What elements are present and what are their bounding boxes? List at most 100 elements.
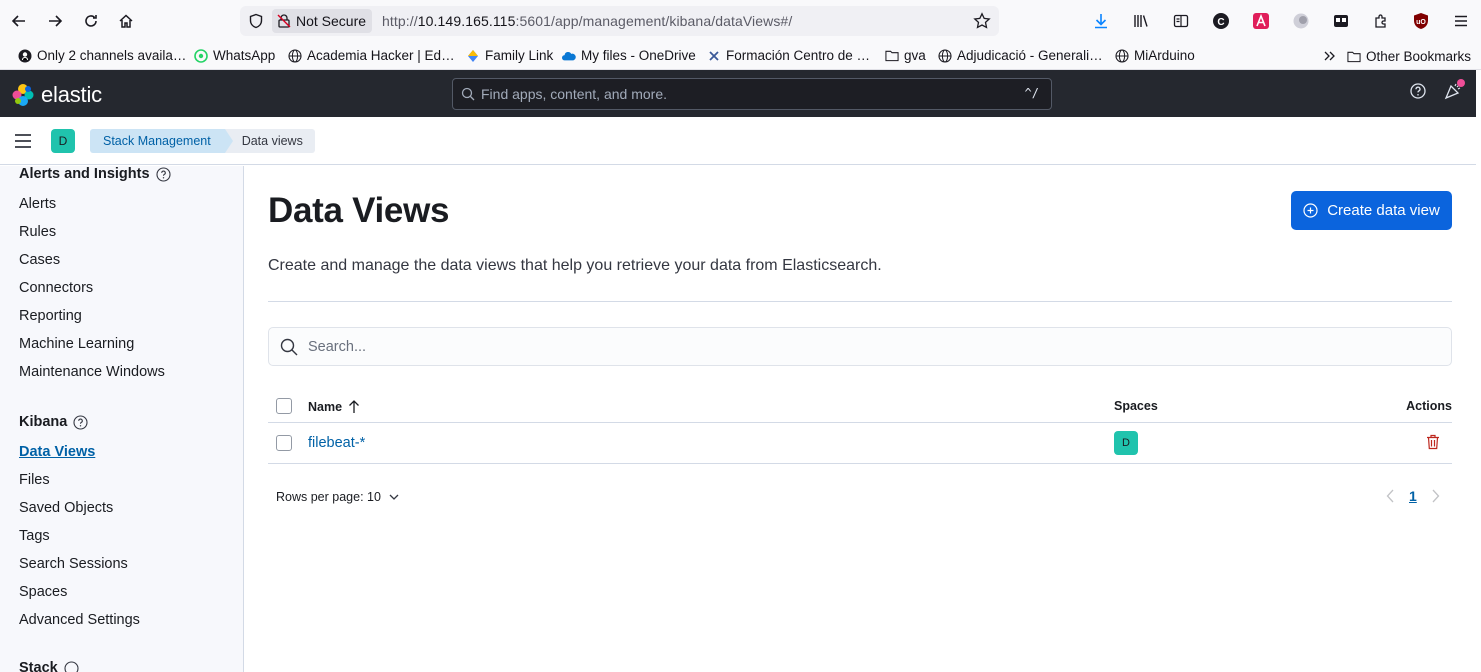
bookmark-item[interactable]: Adjudicació - Generali… <box>932 48 1109 63</box>
not-secure-label: Not Secure <box>296 13 367 29</box>
create-data-view-label: Create data view <box>1327 202 1440 219</box>
downloads-icon[interactable] <box>1081 5 1121 37</box>
reader-view-icon[interactable] <box>1161 5 1201 37</box>
other-bookmarks-label: Other Bookmarks <box>1365 48 1471 64</box>
sidebar-item-rules[interactable]: Rules <box>19 224 56 240</box>
not-secure-badge[interactable]: Not Secure <box>272 9 373 33</box>
url-host: 10.149.165.115 <box>417 13 516 29</box>
sidebar-group-title: Alerts and Insights <box>19 166 150 182</box>
home-button[interactable] <box>108 5 144 37</box>
sidebar-item-saved-objects[interactable]: Saved Objects <box>19 500 113 516</box>
bookmark-item[interactable]: Family Link <box>460 48 559 63</box>
ublock-icon[interactable]: uO <box>1401 5 1441 37</box>
sidebar-item-reporting[interactable]: Reporting <box>19 308 82 324</box>
extension-grey-icon[interactable] <box>1281 5 1321 37</box>
sort-ascending-icon <box>348 399 360 414</box>
other-bookmarks[interactable]: Other Bookmarks <box>1347 49 1471 64</box>
space-badge[interactable]: D <box>1114 431 1138 455</box>
bookmark-item[interactable]: Academia Hacker | Ed… <box>282 48 461 63</box>
breadcrumb-stack-management[interactable]: Stack Management <box>90 129 233 153</box>
sidebar-group-alerts: Alerts and Insights <box>19 166 171 182</box>
news-feed-icon[interactable] <box>1444 79 1465 100</box>
elastic-cluster-icon <box>12 84 34 106</box>
reload-button[interactable] <box>73 5 109 37</box>
sidebar-item-advanced-settings[interactable]: Advanced Settings <box>19 612 140 628</box>
plus-in-circle-icon <box>1303 203 1318 218</box>
search-icon <box>461 87 475 101</box>
info-icon[interactable] <box>73 414 88 430</box>
folder-icon <box>885 49 899 63</box>
row-checkbox[interactable] <box>276 435 292 451</box>
sidebar-item-files[interactable]: Files <box>19 472 50 488</box>
breadcrumb-bar: D Stack Management Data views <box>0 117 1476 165</box>
reload-icon <box>85 15 97 27</box>
elastic-logo[interactable]: elastic <box>11 82 102 108</box>
onedrive-icon <box>562 49 576 63</box>
sidebar-item-search-sessions[interactable]: Search Sessions <box>19 556 128 572</box>
arrow-left-icon <box>11 15 25 27</box>
data-view-link[interactable]: filebeat-* <box>308 435 365 451</box>
site-icon <box>707 49 721 63</box>
global-search-input[interactable]: Find apps, content, and more. ^/ <box>452 78 1052 110</box>
column-header-name[interactable]: Name <box>308 399 360 414</box>
extension-container-icon[interactable] <box>1321 5 1361 37</box>
select-all-checkbox[interactable] <box>276 398 292 414</box>
bookmark-label: Only 2 channels availa… <box>37 48 187 63</box>
url-bar[interactable]: Not Secure http://10.149.165.115:5601/ap… <box>240 6 999 36</box>
back-button[interactable] <box>1 5 37 37</box>
sidebar-item-data-views[interactable]: Data Views <box>19 444 95 460</box>
search-icon <box>280 338 298 356</box>
chevron-double-right-icon[interactable] <box>1323 49 1337 63</box>
url-path: :5601/app/management/kibana/dataViews#/ <box>515 13 793 29</box>
url-text: http://10.149.165.115:5601/app/managemen… <box>382 13 792 29</box>
column-header-actions: Actions <box>1406 399 1452 413</box>
forward-button[interactable] <box>37 5 73 37</box>
rows-per-page-select[interactable]: Rows per page: 10 <box>276 490 399 504</box>
trash-icon[interactable] <box>1426 434 1440 450</box>
extension-c-icon[interactable]: C <box>1201 5 1241 37</box>
chevron-down-icon <box>389 493 399 501</box>
bookmark-item[interactable]: My files - OneDrive <box>556 48 702 63</box>
bookmark-item[interactable]: Formación Centro de … <box>701 48 876 63</box>
extensions-puzzle-icon[interactable] <box>1361 5 1401 37</box>
sidebar-item-maintenance-windows[interactable]: Maintenance Windows <box>19 364 165 380</box>
bookmark-item[interactable]: MiArduino <box>1109 48 1201 63</box>
chevron-left-icon[interactable] <box>1386 489 1395 503</box>
shield-icon <box>248 13 266 29</box>
bookmark-label: WhatsApp <box>213 48 276 63</box>
library-icon[interactable] <box>1121 5 1161 37</box>
search-placeholder: Search... <box>308 338 367 355</box>
search-shortcut-hint: ^/ <box>1024 86 1039 100</box>
extension-a-icon[interactable] <box>1241 5 1281 37</box>
family-link-icon <box>466 49 480 63</box>
info-icon[interactable] <box>155 166 171 182</box>
chevron-right-icon[interactable] <box>1431 489 1440 503</box>
pagination: 1 <box>1386 488 1440 504</box>
sidebar-item-tags[interactable]: Tags <box>19 528 50 544</box>
sidebar-item-alerts[interactable]: Alerts <box>19 196 56 212</box>
bookmark-star-icon[interactable] <box>973 12 991 30</box>
bookmark-item[interactable]: Only 2 channels availa… <box>12 48 192 63</box>
data-views-search-input[interactable]: Search... <box>268 327 1452 366</box>
bookmark-item[interactable]: gva <box>879 48 932 63</box>
create-data-view-button[interactable]: Create data view <box>1291 191 1452 230</box>
sidebar-item-spaces[interactable]: Spaces <box>19 584 67 600</box>
sidebar-item-machine-learning[interactable]: Machine Learning <box>19 336 134 352</box>
table-header: Name Spaces Actions <box>268 390 1452 423</box>
page-number-button[interactable]: 1 <box>1409 488 1417 504</box>
github-icon <box>18 49 32 63</box>
info-icon[interactable] <box>64 660 79 672</box>
browser-toolbar-right: C uO <box>1081 5 1481 37</box>
notification-dot <box>1457 79 1465 87</box>
space-avatar[interactable]: D <box>51 129 75 153</box>
divider <box>268 301 1452 302</box>
bookmark-item[interactable]: WhatsApp <box>188 48 281 63</box>
globe-icon <box>938 48 952 63</box>
nav-menu-icon[interactable] <box>13 132 33 150</box>
url-prefix: http:// <box>382 13 418 29</box>
sidebar-item-cases[interactable]: Cases <box>19 252 60 268</box>
help-icon[interactable] <box>1410 83 1426 99</box>
sidebar-item-connectors[interactable]: Connectors <box>19 280 93 296</box>
arrow-right-icon <box>49 15 63 27</box>
menu-icon[interactable] <box>1441 5 1481 37</box>
